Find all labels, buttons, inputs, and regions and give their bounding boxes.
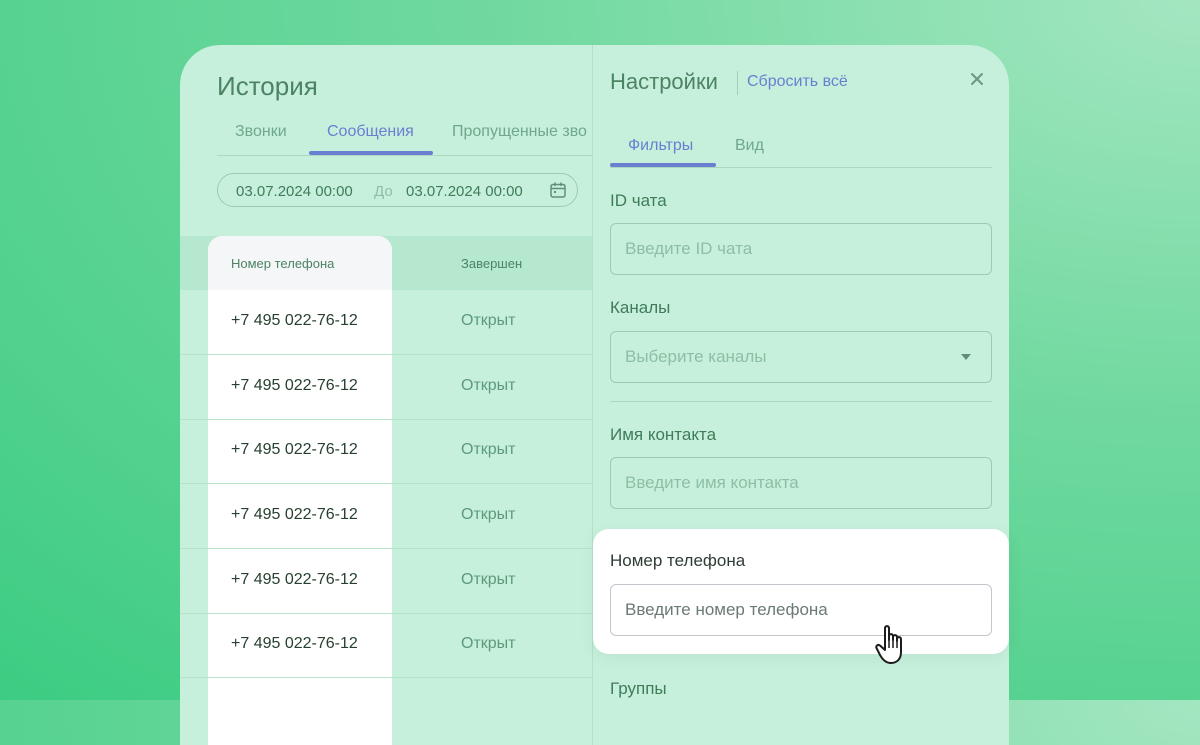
settings-title: Настройки	[610, 69, 718, 94]
channels-select[interactable]: Выберите каналы	[610, 331, 992, 383]
active-tab-indicator	[610, 163, 716, 167]
phone-cell: +7 495 022-76-12	[231, 312, 358, 329]
chat-id-input[interactable]: Введите ID чата	[610, 223, 992, 275]
contact-name-input[interactable]: Введите имя контакта	[610, 457, 992, 509]
tab-filters[interactable]: Фильтры	[628, 137, 693, 155]
chevron-down-icon[interactable]	[961, 354, 971, 360]
page-title: История	[217, 71, 318, 101]
channels-label: Каналы	[610, 298, 671, 317]
phone-cell: +7 495 022-76-12	[231, 571, 358, 588]
phone-cell: +7 495 022-76-12	[231, 441, 358, 458]
phone-filter-label: Номер телефона	[610, 551, 746, 570]
close-icon[interactable]	[969, 71, 985, 87]
history-panel: История Звонки Сообщения Пропущенные зво…	[180, 45, 592, 745]
calendar-icon[interactable]	[549, 181, 567, 199]
settings-tabs: Фильтры Вид	[610, 133, 992, 168]
status-cell: Открыт	[461, 312, 516, 329]
status-cell: Открыт	[461, 571, 516, 588]
date-from[interactable]: 03.07.2024 00:00	[236, 183, 353, 200]
table-row[interactable]: +7 495 022-76-12 Открыт	[180, 290, 592, 355]
status-cell: Открыт	[461, 635, 516, 652]
tab-calls[interactable]: Звонки	[235, 123, 287, 141]
phone-filter-card: Номер телефона Введите номер телефона	[593, 529, 1009, 654]
column-header-finished[interactable]: Завершен	[461, 256, 522, 271]
table-row[interactable]: +7 495 022-76-12 Открыт	[180, 484, 592, 549]
status-cell: Открыт	[461, 506, 516, 523]
hand-pointer-cursor-icon	[875, 625, 902, 664]
contact-name-label: Имя контакта	[610, 425, 717, 444]
tab-view[interactable]: Вид	[735, 137, 764, 155]
tab-messages[interactable]: Сообщения	[327, 123, 414, 141]
date-to[interactable]: 03.07.2024 00:00	[406, 183, 523, 200]
column-header-phone[interactable]: Номер телефона	[231, 256, 334, 271]
phone-cell: +7 495 022-76-12	[231, 635, 358, 652]
status-cell: Открыт	[461, 377, 516, 394]
chat-id-label: ID чата	[610, 191, 667, 210]
channels-placeholder: Выберите каналы	[625, 347, 767, 366]
phone-filter-input[interactable]: Введите номер телефона	[610, 584, 992, 636]
reset-all-button[interactable]: Сбросить всё	[747, 73, 848, 91]
table-row[interactable]: +7 495 022-76-12 Открыт	[180, 549, 592, 614]
section-divider	[610, 401, 992, 402]
phone-cell: +7 495 022-76-12	[231, 506, 358, 523]
tab-missed[interactable]: Пропущенные зво	[452, 123, 587, 141]
table-row[interactable]: +7 495 022-76-12 Открыт	[180, 613, 592, 678]
table-row[interactable]: +7 495 022-76-12 Открыт	[180, 355, 592, 420]
title-divider	[737, 71, 738, 95]
phone-cell: +7 495 022-76-12	[231, 377, 358, 394]
history-tabs: Звонки Сообщения Пропущенные зво	[217, 117, 592, 156]
table-row[interactable]: +7 495 022-76-12 Открыт	[180, 419, 592, 484]
groups-label: Группы	[610, 679, 667, 698]
status-cell: Открыт	[461, 441, 516, 458]
date-range-picker[interactable]: 03.07.2024 00:00 До 03.07.2024 00:00	[217, 173, 578, 207]
active-tab-indicator	[309, 151, 433, 155]
date-range-separator: До	[374, 183, 393, 200]
